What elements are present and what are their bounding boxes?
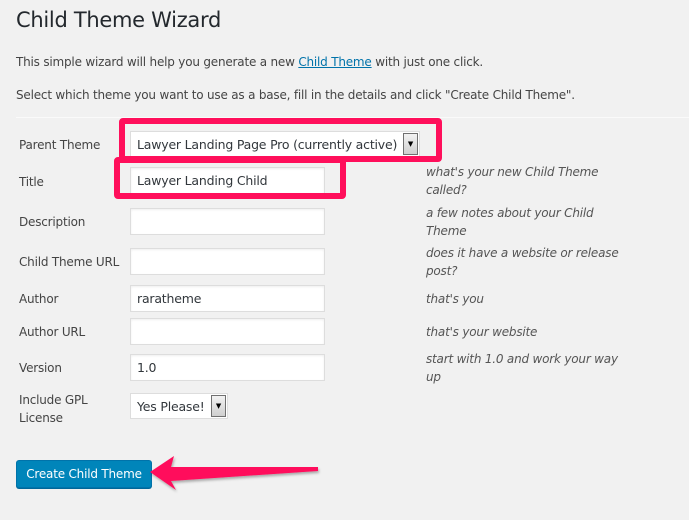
parent-theme-label: Parent Theme: [19, 138, 101, 152]
intro-prefix: This simple wizard will help you generat…: [16, 55, 299, 69]
gpl-license-select[interactable]: Yes Please! ▼: [130, 393, 228, 419]
chevron-down-icon[interactable]: ▼: [211, 395, 226, 417]
child-theme-url-input[interactable]: [130, 248, 325, 275]
annotation-arrow-shape: [150, 456, 318, 490]
parent-theme-value: Lawyer Landing Page Pro (currently activ…: [137, 136, 398, 152]
gpl-license-value: Yes Please!: [137, 398, 205, 414]
author-url-hint: that's your website: [426, 325, 538, 339]
version-label: Version: [19, 361, 62, 375]
arrow-left-icon: [150, 456, 318, 490]
create-child-theme-button[interactable]: Create Child Theme: [16, 460, 152, 488]
instructions-text: Select which theme you want to use as a …: [16, 88, 575, 102]
title-label: Title: [19, 175, 44, 189]
child-theme-link[interactable]: Child Theme: [298, 55, 371, 69]
intro-text: This simple wizard will help you generat…: [16, 55, 483, 69]
author-input[interactable]: [130, 285, 325, 312]
author-url-label: Author URL: [19, 325, 86, 339]
author-label: Author: [19, 292, 59, 306]
version-input[interactable]: [130, 354, 325, 381]
parent-theme-select[interactable]: Lawyer Landing Page Pro (currently activ…: [130, 131, 420, 157]
description-input[interactable]: [130, 208, 325, 235]
child-theme-url-hint: does it have a website or release post?: [426, 246, 619, 278]
chevron-down-icon[interactable]: ▼: [403, 133, 418, 155]
child-theme-wizard-page: Child Theme Wizard This simple wizard wi…: [0, 0, 689, 520]
title-hint: what's your new Child Theme called?: [426, 165, 599, 197]
divider: [16, 117, 689, 118]
title-input[interactable]: [130, 167, 325, 194]
gpl-license-label: Include GPL License: [19, 393, 88, 425]
page-title: Child Theme Wizard: [16, 8, 221, 32]
author-hint: that's you: [426, 292, 484, 306]
intro-suffix: with just one click.: [371, 55, 483, 69]
child-theme-url-label: Child Theme URL: [19, 255, 120, 269]
description-hint: a few notes about your Child Theme: [426, 206, 594, 238]
version-hint: start with 1.0 and work your way up: [426, 352, 618, 384]
description-label: Description: [19, 215, 86, 229]
author-url-input[interactable]: [130, 318, 325, 345]
